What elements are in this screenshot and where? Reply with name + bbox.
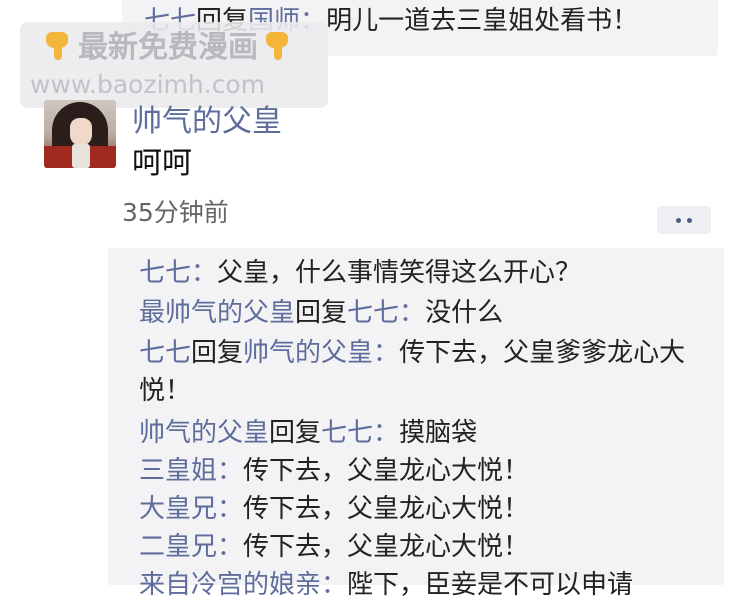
comment-separator: ： [399,298,426,328]
post-username[interactable]: 帅气的父皇 [132,104,282,140]
comment-separator: ： [373,338,400,368]
watermark-title-row: 最新免费漫画 [38,30,298,66]
watermark-url: www.baozimh.com [30,70,266,99]
user-avatar[interactable] [44,100,116,168]
reply-word: 回复 [295,298,348,328]
comment-author-link[interactable]: 帅气的父皇 [139,418,269,448]
comment-author-link[interactable]: 大皇兄 [139,494,217,524]
site-watermark: 最新免费漫画 www.baozimh.com [20,22,328,108]
comment-text: 摸脑袋 [399,418,478,448]
reply-to-link[interactable]: 帅气的父皇 [243,338,373,368]
comment-text: 没什么 [425,298,504,328]
comment-author-link[interactable]: 三皇姐 [139,456,217,486]
comment-author-link[interactable]: 七七 [139,258,191,288]
comment-separator: ： [217,532,244,562]
reply-to-link[interactable]: 七七 [321,418,373,448]
reply-word: 回复 [191,338,244,368]
reply-word: 回复 [269,418,322,448]
reply-to-link[interactable]: 七七 [347,298,399,328]
post-content: 呵呵 [132,146,192,181]
post-timestamp: 35分钟前 [122,198,229,227]
comment-author-link[interactable]: 二皇兄 [139,532,217,562]
comment-separator: ： [217,456,244,486]
comment-separator: ： [191,258,218,288]
comment-item[interactable]: 大皇兄：传下去，父皇龙心大悦！ [139,490,719,528]
comment-text: 明儿一道去三皇姐处看书！ [326,6,639,36]
comment-text: 陛下，臣妾是不可以申请 [347,570,634,600]
more-options-button[interactable] [657,206,711,234]
comment-text: 父皇，什么事情笑得这么开心？ [217,258,582,288]
comment-author-link[interactable]: 来自冷宫的娘亲 [139,570,321,600]
comment-item[interactable]: 七七回复帅气的父皇：传下去，父皇爹爹龙心大悦！ [139,334,719,410]
more-dots-icon [676,218,681,223]
comment-item[interactable]: 帅气的父皇回复七七：摸脑袋 [139,414,719,452]
pointing-down-hand-icon [264,30,292,60]
comment-item[interactable]: 二皇兄：传下去，父皇龙心大悦！ [139,528,719,566]
comment-separator: ： [217,494,244,524]
comment-author-link[interactable]: 最帅气的父皇 [139,298,295,328]
watermark-title: 最新免费漫画 [78,30,258,65]
comment-item[interactable]: 最帅气的父皇回复七七：没什么 [139,294,719,332]
comment-item[interactable]: 三皇姐：传下去，父皇龙心大悦！ [139,452,719,490]
comment-text: 传下去，父皇龙心大悦！ [243,532,530,562]
comment-text: 传下去，父皇龙心大悦！ [243,456,530,486]
comment-separator: ： [373,418,400,448]
comment-author-link[interactable]: 七七 [139,338,191,368]
more-dots-icon [687,218,692,223]
comment-text: 传下去，父皇龙心大悦！ [243,494,530,524]
comment-item[interactable]: 七七：父皇，什么事情笑得这么开心？ [139,254,719,292]
comment-separator: ： [321,570,348,600]
comment-item[interactable]: 来自冷宫的娘亲：陛下，臣妾是不可以申请 [139,566,719,604]
pointing-down-hand-icon [44,30,72,60]
